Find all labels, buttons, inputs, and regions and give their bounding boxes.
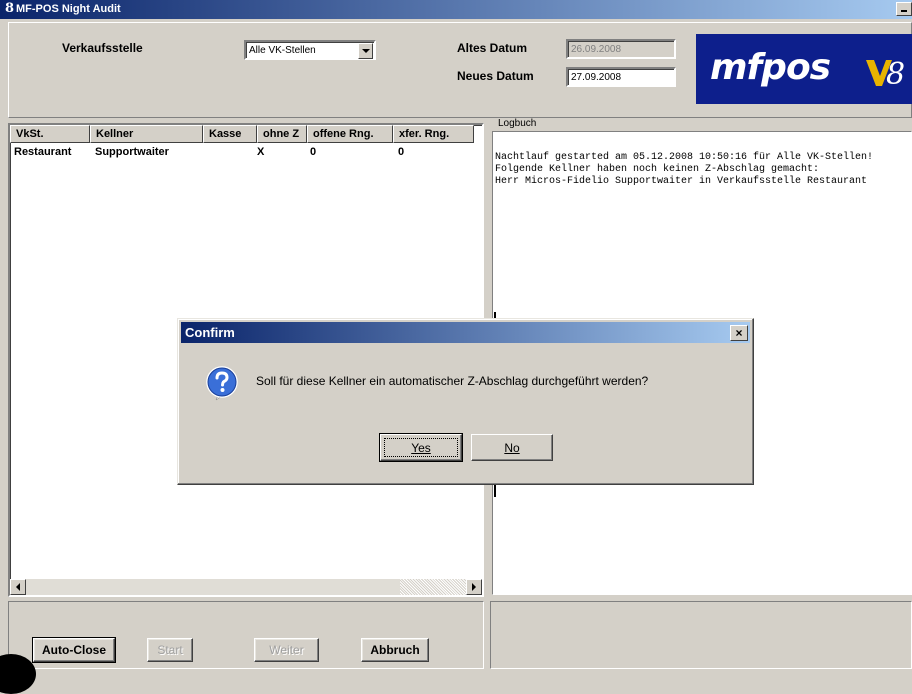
cell-kellner: Supportwaiter <box>95 146 169 158</box>
abbruch-button[interactable]: Abbruch <box>361 638 429 662</box>
mfpos-logo: mfpos 8 <box>696 34 912 104</box>
log-line: Nachtlauf gestarted am 05.12.2008 10:50:… <box>495 152 874 163</box>
col-kasse[interactable]: Kasse <box>203 125 257 143</box>
status-panel <box>490 601 912 669</box>
horizontal-scrollbar[interactable] <box>10 579 482 595</box>
log-line: Folgende Kellner haben noch keinen Z-Abs… <box>495 164 820 175</box>
table-row[interactable]: Restaurant Supportwaiter X 0 0 <box>10 146 474 161</box>
scrollbar-track[interactable] <box>400 579 466 595</box>
yes-button[interactable]: Yes <box>379 433 463 462</box>
weiter-button[interactable]: Weiter <box>254 638 319 662</box>
neues-datum-label: Neues Datum <box>457 69 534 83</box>
altes-datum-field: 26.09.2008 <box>566 39 676 59</box>
divider <box>494 485 496 497</box>
cell-xfer: 0 <box>398 146 405 158</box>
dialog-title: Confirm <box>185 325 235 340</box>
verkaufsstelle-value: Alle VK-Stellen <box>249 45 316 56</box>
no-button[interactable]: No <box>471 434 553 461</box>
app-icon: 8 <box>5 1 15 16</box>
col-kellner[interactable]: Kellner <box>90 125 203 143</box>
cell-offene: 0 <box>310 146 317 158</box>
scroll-left-icon[interactable] <box>10 579 26 595</box>
start-button[interactable]: Start <box>147 638 193 662</box>
col-vkst[interactable]: VkSt. <box>10 125 90 143</box>
dialog-title-bar[interactable]: Confirm × <box>181 322 750 343</box>
list-header: VkSt. Kellner Kasse ohne Z offene Rng. x… <box>10 125 474 143</box>
col-xfer[interactable]: xfer. Rng. <box>393 125 474 143</box>
close-icon[interactable]: × <box>730 325 748 341</box>
chevron-down-icon[interactable] <box>358 43 373 59</box>
cell-ohne-z: X <box>257 146 265 158</box>
window-title: MF-POS Night Audit <box>16 3 121 15</box>
col-offene[interactable]: offene Rng. <box>307 125 393 143</box>
neues-datum-field[interactable]: 27.09.2008 <box>566 67 676 87</box>
question-icon <box>206 366 238 401</box>
verkaufsstelle-label: Verkaufsstelle <box>62 41 143 55</box>
cell-vkst: Restaurant <box>14 146 72 158</box>
auto-close-button[interactable]: Auto-Close <box>32 637 116 663</box>
scroll-right-icon[interactable] <box>466 579 482 595</box>
title-bar[interactable]: 8 MF-POS Night Audit <box>0 0 912 19</box>
svg-text:8: 8 <box>886 57 905 92</box>
confirm-dialog[interactable]: Confirm × Soll für diese Kellner ein aut… <box>177 318 754 485</box>
minimize-button[interactable] <box>896 2 912 16</box>
logo-text: mfpos <box>710 47 831 88</box>
no-label: No <box>504 441 520 455</box>
altes-datum-label: Altes Datum <box>457 41 528 55</box>
log-line: Herr Micros-Fidelio Supportwaiter in Ver… <box>495 176 868 187</box>
focus-rectangle <box>384 438 458 457</box>
dialog-message: Soll für diese Kellner ein automatischer… <box>256 374 649 388</box>
logbuch-title: Logbuch <box>496 118 539 129</box>
verkaufsstelle-select[interactable]: Alle VK-Stellen <box>244 40 376 60</box>
logo-v8-icon: 8 <box>866 57 905 92</box>
col-ohne-z[interactable]: ohne Z <box>257 125 307 143</box>
